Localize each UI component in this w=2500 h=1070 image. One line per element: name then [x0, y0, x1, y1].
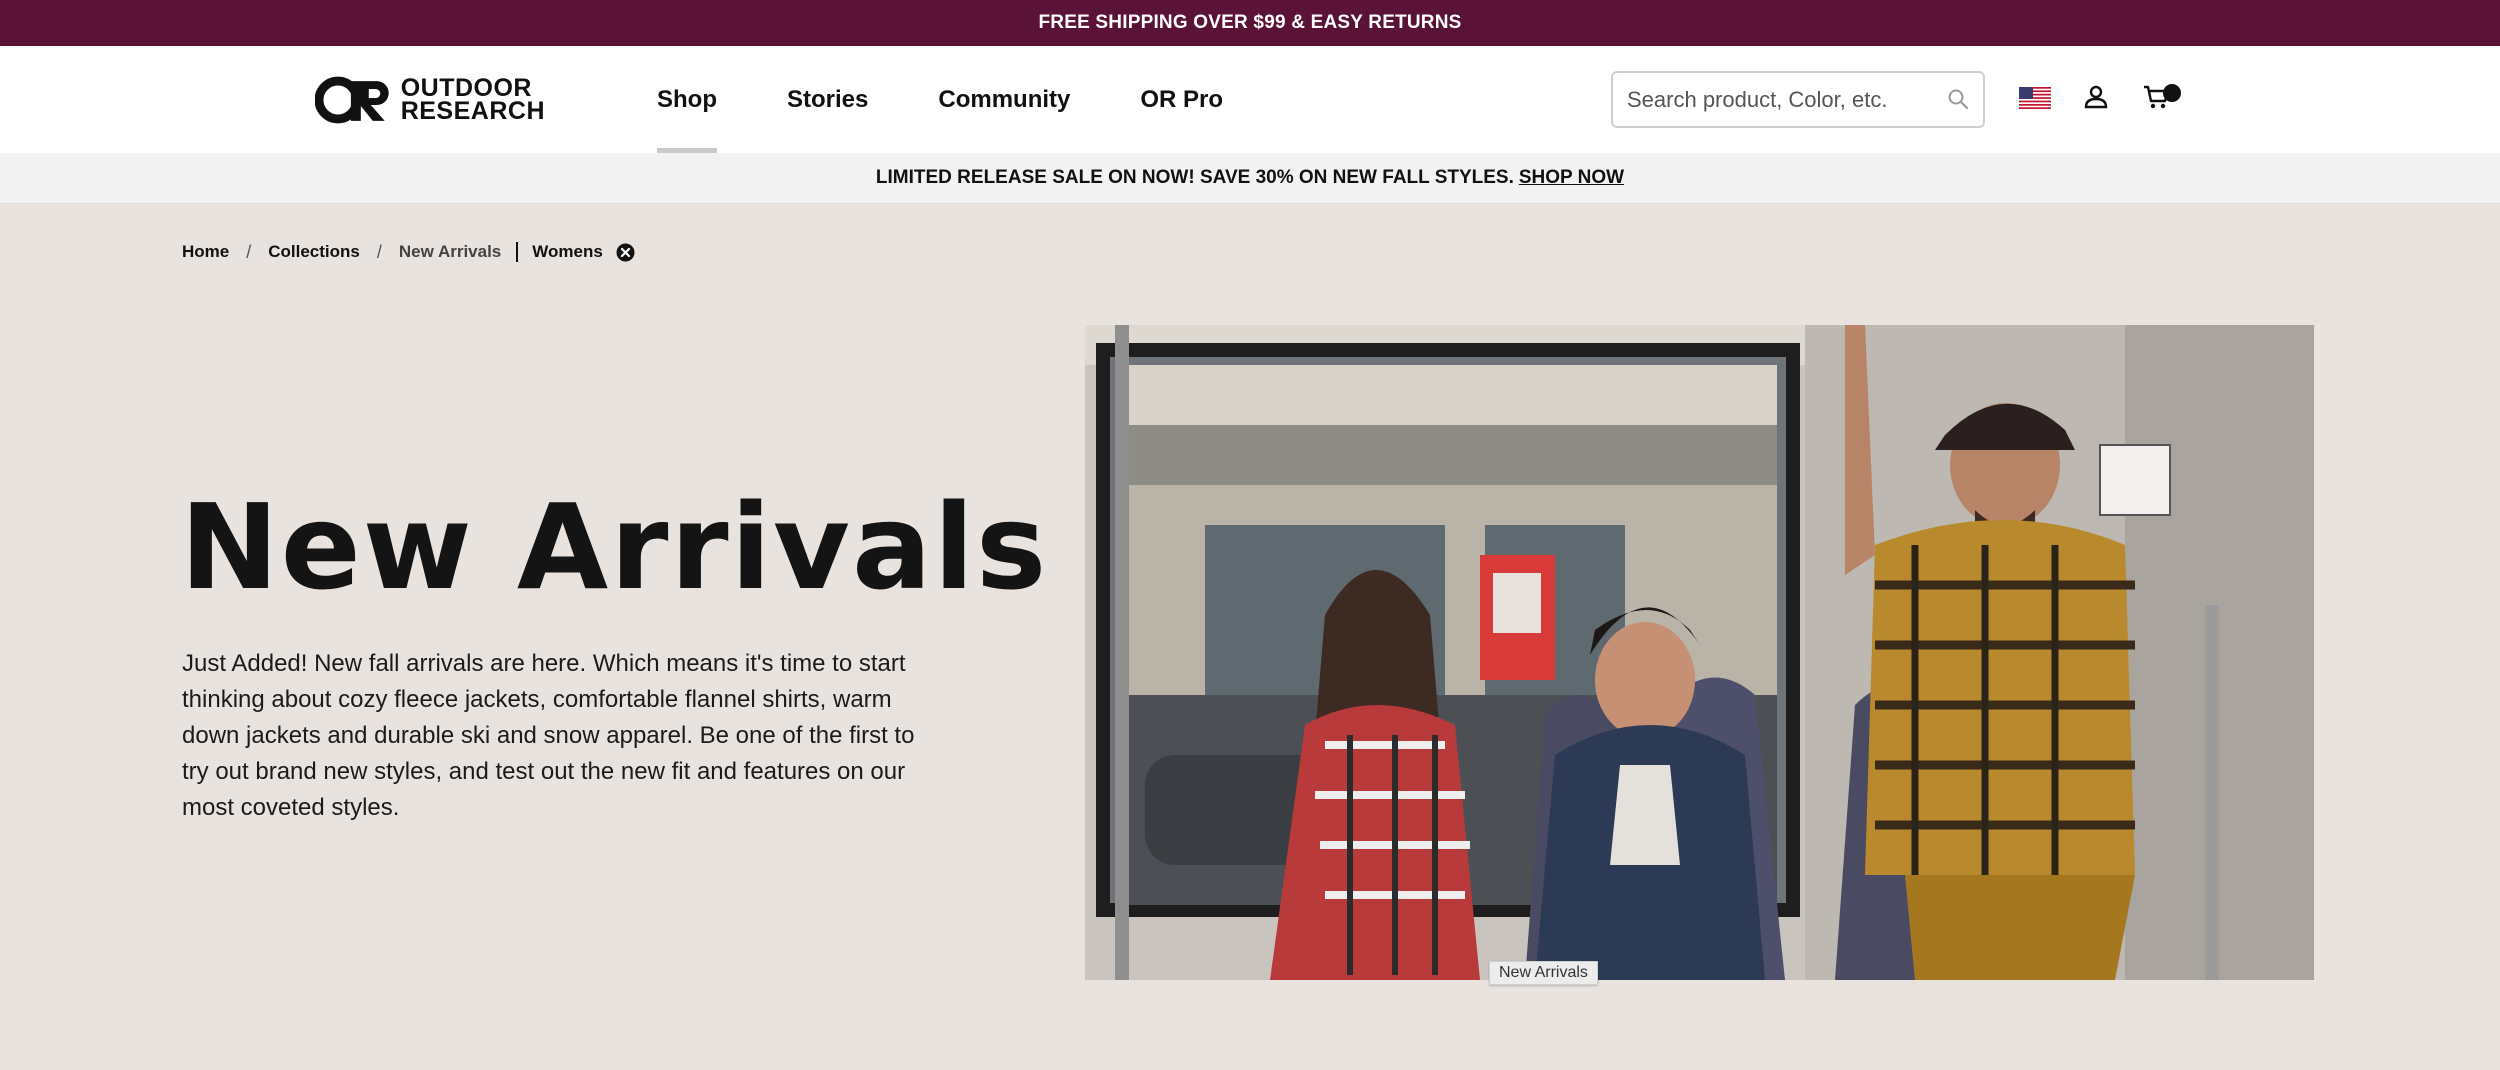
breadcrumb-divider: [516, 242, 519, 262]
shop-now-link[interactable]: SHOP NOW: [1519, 167, 1624, 189]
close-circle-icon[interactable]: [616, 243, 635, 262]
search-input[interactable]: [1627, 86, 1937, 113]
breadcrumb: Home / Collections / New Arrivals Womens: [182, 240, 635, 264]
site-header: OUTDOOR RESEARCH Shop Stories Community …: [0, 46, 2500, 153]
breadcrumb-home[interactable]: Home: [182, 242, 229, 262]
sale-banner: LIMITED RELEASE SALE ON NOW! SAVE 30% ON…: [0, 153, 2500, 204]
nav-item-shop[interactable]: Shop: [657, 46, 717, 153]
breadcrumb-new-arrivals: New Arrivals: [398, 242, 502, 261]
nav-item-stories[interactable]: Stories: [787, 46, 868, 153]
hero-photo-illustration: [1085, 325, 2314, 980]
brand-logo[interactable]: OUTDOOR RESEARCH: [315, 74, 545, 126]
search-icon[interactable]: [1947, 88, 1969, 110]
filter-label: Womens: [532, 242, 603, 261]
breadcrumb-separator: /: [246, 241, 252, 262]
image-tooltip: New Arrivals: [1489, 961, 1598, 985]
nav-item-or-pro[interactable]: OR Pro: [1140, 46, 1223, 153]
promo-bar: FREE SHIPPING OVER $99 & EASY RETURNS: [0, 0, 2500, 46]
user-icon[interactable]: [2083, 84, 2109, 110]
filter-chip-womens[interactable]: Womens: [532, 242, 635, 262]
or-logo-mark-icon: [315, 76, 389, 124]
page-title: New Arrivals: [180, 478, 1049, 616]
us-flag-icon[interactable]: [2019, 87, 2051, 109]
breadcrumb-collections[interactable]: Collections: [268, 242, 360, 262]
promo-text: FREE SHIPPING OVER $99 & EASY RETURNS: [1038, 12, 1462, 33]
search-box: [1611, 71, 1985, 128]
nav-item-community[interactable]: Community: [938, 46, 1070, 153]
breadcrumb-separator: /: [376, 241, 382, 262]
sale-text: LIMITED RELEASE SALE ON NOW! SAVE 30% ON…: [875, 167, 1514, 188]
hero-description: Just Added! New fall arrivals are here. …: [182, 650, 915, 821]
cart-badge: [2163, 84, 2181, 102]
brand-wordmark: OUTDOOR RESEARCH: [400, 74, 545, 125]
main-nav: Shop Stories Community OR Pro: [657, 46, 1293, 153]
hero-image: [1085, 325, 2314, 980]
